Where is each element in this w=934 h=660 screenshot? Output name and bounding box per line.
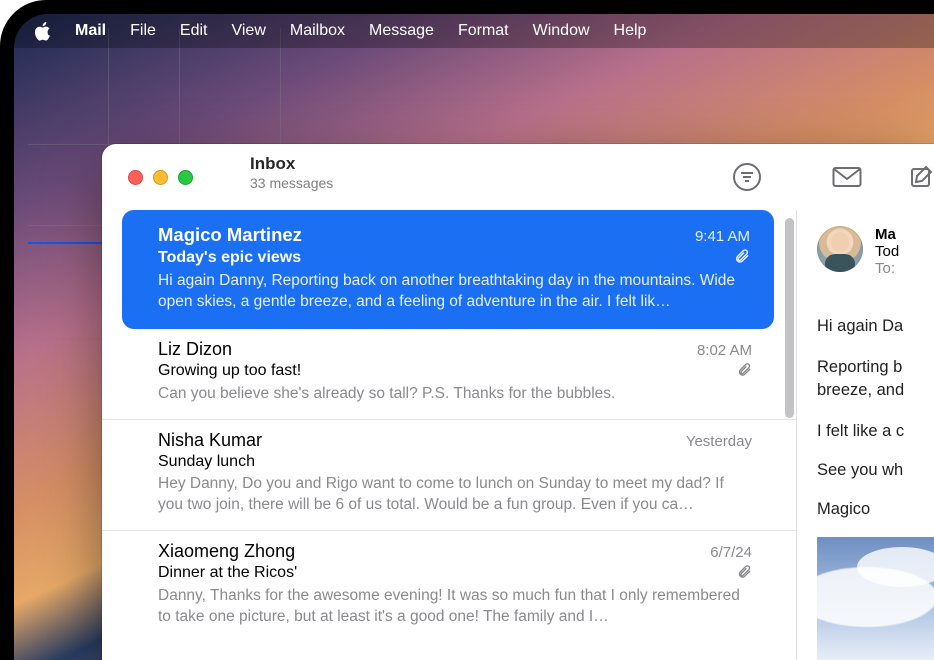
menu-bar: Mail File Edit View Mailbox Message Form…: [14, 14, 934, 48]
inline-image[interactable]: [817, 537, 934, 660]
message-from: Nisha Kumar: [158, 430, 262, 451]
app-menu[interactable]: Mail: [75, 22, 106, 40]
message-item[interactable]: Liz Dizon 8:02 AM Growing up too fast! C…: [102, 329, 796, 420]
message-date: 6/7/24: [710, 544, 752, 561]
menu-edit[interactable]: Edit: [180, 22, 208, 40]
menu-mailbox[interactable]: Mailbox: [290, 22, 345, 40]
reader-subject: Tod: [875, 243, 899, 260]
message-date: Yesterday: [686, 433, 752, 450]
reader-from: Ma: [875, 226, 899, 243]
message-date: 9:41 AM: [695, 228, 750, 245]
body-line: breeze, and: [817, 381, 904, 399]
menu-window[interactable]: Window: [533, 22, 590, 40]
body-line: Magico: [817, 500, 934, 519]
attachment-icon: [734, 248, 750, 268]
message-item[interactable]: Magico Martinez 9:41 AM Today's epic vie…: [122, 210, 774, 329]
message-preview: Can you believe she's already so tall? P…: [158, 384, 752, 405]
menu-format[interactable]: Format: [458, 22, 509, 40]
message-preview: Danny, Thanks for the awesome evening! I…: [158, 586, 752, 628]
message-item[interactable]: Nisha Kumar Yesterday Sunday lunch Hey D…: [102, 420, 796, 531]
compose-button[interactable]: [902, 160, 934, 194]
content-area: Magico Martinez 9:41 AM Today's epic vie…: [102, 210, 934, 660]
body-line: I felt like a c: [817, 422, 934, 441]
compose-icon: [910, 164, 934, 190]
attachment-icon: [737, 362, 752, 381]
menu-view[interactable]: View: [231, 22, 265, 40]
message-subject: Sunday lunch: [158, 453, 255, 471]
device-frame: Mail File Edit View Mailbox Message Form…: [0, 0, 934, 660]
message-subject: Growing up too fast!: [158, 362, 301, 380]
mailbox-title: Inbox: [250, 154, 333, 174]
message-from: Xiaomeng Zhong: [158, 541, 295, 562]
attachment-icon: [737, 564, 752, 583]
reader-to: To:: [875, 260, 899, 277]
toolbar: Inbox 33 messages: [102, 144, 934, 210]
message-from: Magico Martinez: [158, 224, 302, 246]
menu-help[interactable]: Help: [614, 22, 647, 40]
filter-icon: [733, 163, 761, 191]
message-date: 8:02 AM: [697, 342, 752, 359]
apple-menu-icon[interactable]: [34, 22, 51, 41]
envelope-icon: [832, 166, 862, 188]
message-body: Hi again Da Reporting b breeze, and I fe…: [817, 317, 934, 519]
body-line: Hi again Da: [817, 317, 934, 336]
menu-message[interactable]: Message: [369, 22, 434, 40]
minimize-button[interactable]: [153, 170, 168, 185]
message-subject: Today's epic views: [158, 249, 301, 267]
message-subject: Dinner at the Ricos': [158, 564, 297, 582]
mailbox-subtitle: 33 messages: [250, 175, 333, 191]
body-line: Reporting b: [817, 358, 902, 376]
message-preview: Hi again Danny, Reporting back on anothe…: [158, 271, 750, 313]
body-line: See you wh: [817, 461, 934, 480]
avatar[interactable]: [817, 226, 863, 272]
message-preview: Hey Danny, Do you and Rigo want to come …: [158, 474, 752, 516]
reading-pane: Ma Tod To: Hi again Da Reporting b breez…: [796, 210, 934, 660]
close-button[interactable]: [128, 170, 143, 185]
message-list[interactable]: Magico Martinez 9:41 AM Today's epic vie…: [102, 210, 796, 660]
message-from: Liz Dizon: [158, 339, 232, 360]
filter-button[interactable]: [726, 160, 768, 194]
window-controls: [128, 170, 193, 185]
zoom-button[interactable]: [178, 170, 193, 185]
mailbox-title-block: Inbox 33 messages: [250, 154, 333, 191]
mail-window: Inbox 33 messages: [102, 144, 934, 660]
inbox-button[interactable]: [826, 160, 868, 194]
message-item[interactable]: Xiaomeng Zhong 6/7/24 Dinner at the Rico…: [102, 531, 796, 642]
desktop: Mail File Edit View Mailbox Message Form…: [14, 14, 934, 660]
message-header: Ma Tod To:: [817, 226, 934, 277]
menu-file[interactable]: File: [130, 22, 156, 40]
